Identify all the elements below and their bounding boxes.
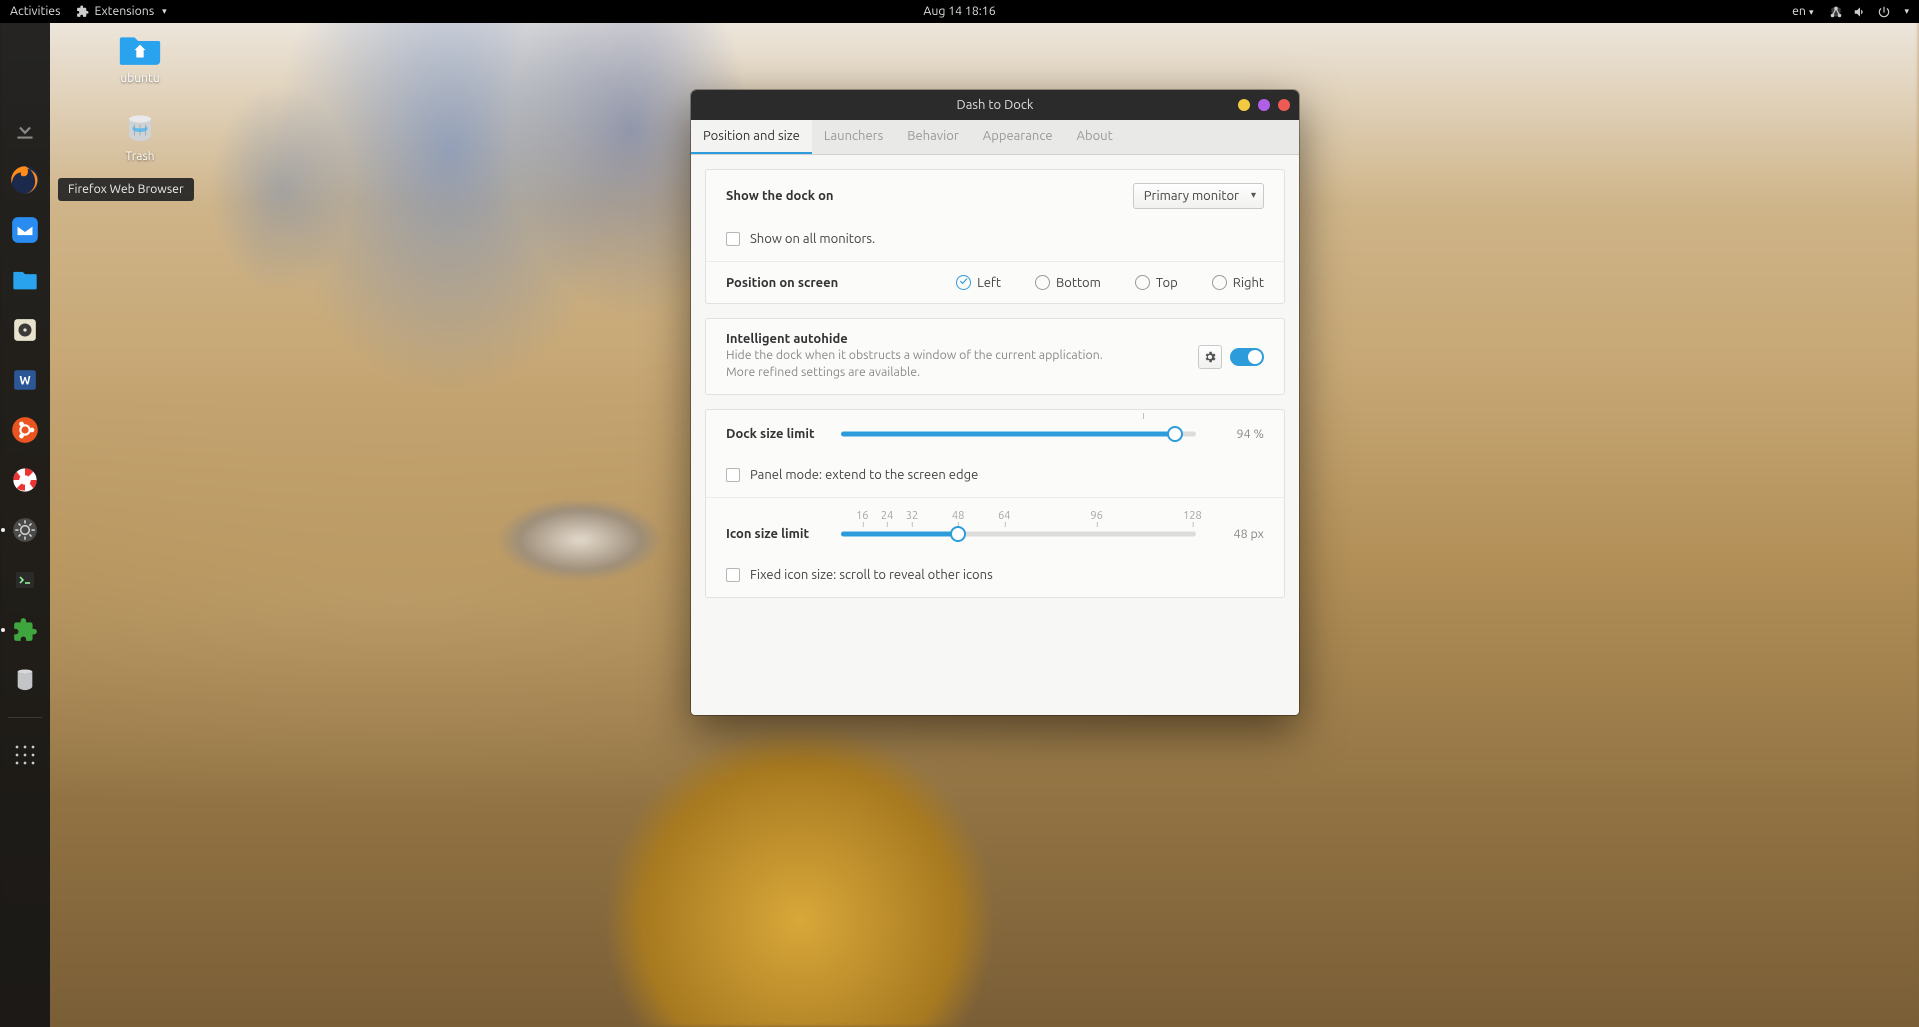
radio-right[interactable]: Right xyxy=(1212,275,1264,290)
autohide-desc: Hide the dock when it obstructs a window… xyxy=(726,348,1126,381)
tab-appearance[interactable]: Appearance xyxy=(971,120,1065,154)
titlebar[interactable]: Dash to Dock xyxy=(691,90,1299,120)
card-sizes: Dock size limit 94 % Panel mode: extend … xyxy=(705,409,1285,598)
dock-item-trash[interactable] xyxy=(8,663,42,697)
topbar: Activities Extensions ▾ Aug 14 18:16 en▾… xyxy=(0,0,1919,23)
desktop-icon-trash[interactable]: Trash xyxy=(105,108,175,163)
window-title: Dash to Dock xyxy=(957,98,1034,112)
radio-top-label: Top xyxy=(1156,276,1178,290)
panel-mode-checkbox[interactable] xyxy=(726,468,740,482)
settings-icon xyxy=(12,517,38,543)
dock-size-slider[interactable] xyxy=(841,424,1196,444)
system-tray[interactable]: ▾ xyxy=(1829,5,1909,19)
panel-body: Show the dock on Primary monitor Show on… xyxy=(691,155,1299,715)
firefox-tooltip: Firefox Web Browser xyxy=(58,178,194,201)
activities-button[interactable]: Activities xyxy=(10,5,60,18)
dock-item-mail[interactable] xyxy=(8,213,42,247)
panel-mode-label: Panel mode: extend to the screen edge xyxy=(750,468,978,482)
terminal-icon xyxy=(13,568,37,592)
radio-bottom-label: Bottom xyxy=(1056,276,1101,290)
radio-top[interactable]: Top xyxy=(1135,275,1178,290)
icon-size-slider[interactable]: 16 24 32 48 64 96 128 xyxy=(841,524,1196,544)
dock-item-terminal[interactable] xyxy=(8,563,42,597)
icon-size-value: 48 px xyxy=(1216,527,1264,541)
maximize-button[interactable] xyxy=(1258,99,1270,111)
puzzle-icon xyxy=(12,617,38,643)
tabs: Position and size Launchers Behavior App… xyxy=(691,120,1299,155)
dock-item-music[interactable] xyxy=(8,313,42,347)
position-label: Position on screen xyxy=(726,276,838,290)
network-icon xyxy=(1829,5,1843,19)
folder-icon xyxy=(11,266,39,294)
dock-item-extensions[interactable] xyxy=(8,613,42,647)
close-button[interactable] xyxy=(1278,99,1290,111)
tab-about[interactable]: About xyxy=(1065,120,1125,154)
lang-indicator[interactable]: en▾ xyxy=(1792,5,1813,18)
download-icon xyxy=(12,117,38,143)
dock-size-value: 94 % xyxy=(1216,427,1264,441)
desktop-icon-ubuntu[interactable]: ubuntu xyxy=(105,30,175,85)
dock: W xyxy=(0,23,50,1027)
monitor-dropdown[interactable]: Primary monitor xyxy=(1133,183,1264,209)
show-all-monitors-checkbox[interactable] xyxy=(726,232,740,246)
fixed-icon-size-label: Fixed icon size: scroll to reveal other … xyxy=(750,568,993,582)
desktop-icon-label: Trash xyxy=(125,150,154,163)
apps-grid-icon xyxy=(13,743,37,767)
dock-item-ubuntu[interactable] xyxy=(8,413,42,447)
firefox-icon xyxy=(10,165,40,195)
svg-text:W: W xyxy=(19,374,30,387)
show-dock-label: Show the dock on xyxy=(726,189,834,203)
card-autohide: Intelligent autohide Hide the dock when … xyxy=(705,318,1285,395)
desktop-icon-label: ubuntu xyxy=(120,72,159,85)
dock-item-apps[interactable] xyxy=(8,738,42,772)
tab-position[interactable]: Position and size xyxy=(691,120,812,154)
clock[interactable]: Aug 14 18:16 xyxy=(923,5,995,18)
chevron-down-icon: ▾ xyxy=(1904,6,1909,17)
show-all-monitors-label: Show on all monitors. xyxy=(750,232,875,246)
minimize-button[interactable] xyxy=(1238,99,1250,111)
radio-left[interactable]: Left xyxy=(956,275,1001,290)
autohide-switch[interactable] xyxy=(1230,348,1264,366)
folder-icon xyxy=(118,30,162,67)
tab-launchers[interactable]: Launchers xyxy=(812,120,895,154)
chevron-down-icon: ▾ xyxy=(162,6,167,17)
dock-separator xyxy=(8,717,42,718)
ubuntu-icon xyxy=(11,416,39,444)
dash-to-dock-window: Dash to Dock Position and size Launchers… xyxy=(691,90,1299,715)
fixed-icon-size-checkbox[interactable] xyxy=(726,568,740,582)
dock-item-word[interactable]: W xyxy=(8,363,42,397)
puzzle-icon xyxy=(76,5,89,18)
autohide-settings-button[interactable] xyxy=(1198,345,1222,369)
radio-right-label: Right xyxy=(1233,276,1264,290)
dock-item-settings[interactable] xyxy=(8,513,42,547)
music-icon xyxy=(12,317,38,343)
dock-item-help[interactable] xyxy=(8,463,42,497)
radio-bottom[interactable]: Bottom xyxy=(1035,275,1101,290)
trash-icon xyxy=(118,108,162,145)
tab-behavior[interactable]: Behavior xyxy=(895,120,971,154)
extensions-label: Extensions xyxy=(94,5,154,18)
volume-icon xyxy=(1853,5,1867,19)
mail-icon xyxy=(11,216,39,244)
card-monitor-position: Show the dock on Primary monitor Show on… xyxy=(705,169,1285,304)
lifebuoy-icon xyxy=(11,466,39,494)
dock-item-firefox[interactable] xyxy=(8,163,42,197)
autohide-title: Intelligent autohide xyxy=(726,332,1126,346)
dock-item-downloads[interactable] xyxy=(8,113,42,147)
power-icon xyxy=(1877,5,1891,19)
dock-item-files[interactable] xyxy=(8,263,42,297)
extensions-menu[interactable]: Extensions ▾ xyxy=(76,5,166,18)
word-icon: W xyxy=(12,367,38,393)
radio-left-label: Left xyxy=(977,276,1001,290)
icon-size-label: Icon size limit xyxy=(726,527,821,541)
gear-icon xyxy=(1203,350,1217,364)
dock-size-label: Dock size limit xyxy=(726,427,821,441)
trash-icon xyxy=(14,667,36,693)
